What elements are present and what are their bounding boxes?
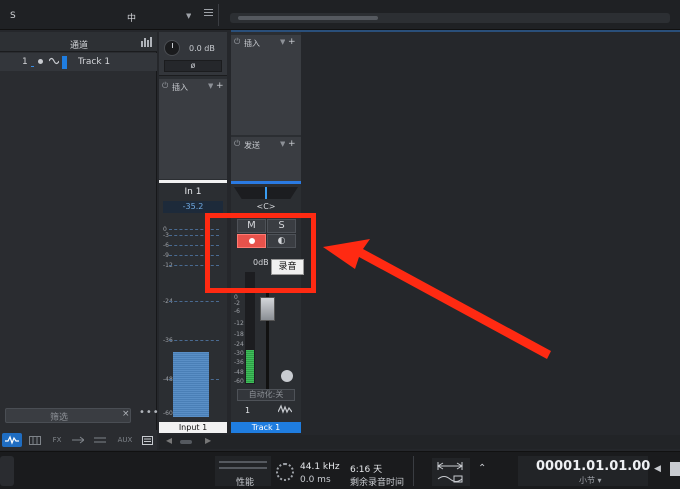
scale-tick: -60 [234,378,244,385]
input-gain-section: 0.0 dB ø [159,32,227,76]
rewind-icon[interactable]: ◀ [654,464,661,474]
divider [218,4,219,26]
add-insert-icon[interactable]: + [288,37,296,47]
channel-color-swatch [62,56,67,69]
channel-list-panel: 通道 1 Track 1 筛选 × ••• [0,32,160,450]
scale-tick: -60 [163,410,173,417]
tab-instrument-icon[interactable] [27,433,43,447]
scale-gridline [169,301,219,302]
power-icon[interactable]: ⏻ [234,37,240,47]
power-icon[interactable]: ⏻ [234,139,240,149]
mixer-horizontal-scrollbar[interactable] [159,435,680,449]
channel-list-header: 通道 [0,32,157,52]
input-name: In 1 [159,184,227,200]
channel-list-tabs: FX AUX [0,430,157,450]
tab-keyboard-icon[interactable] [140,433,154,447]
scale-tick: -24 [234,341,244,348]
scale-tick: -2 [234,300,240,307]
top-left-label: S [10,11,16,21]
power-icon[interactable]: ⏻ [162,81,168,91]
transport-right-button[interactable] [670,462,680,476]
chevron-down-icon[interactable]: ▼ [280,38,285,46]
track-channel-number: 1 [245,406,251,415]
add-send-icon[interactable]: + [288,139,296,149]
scroll-left-icon[interactable]: ◀ [166,436,172,445]
channel-select-marker [31,57,34,67]
more-options-icon[interactable]: ••• [139,407,160,418]
track-color-bar [231,181,301,184]
tab-bus-icon[interactable] [70,433,86,447]
scroll-right-icon[interactable]: ▶ [205,436,211,445]
loop-toggle-icon[interactable] [437,474,463,484]
sample-rate-ring-icon [276,463,294,481]
loop-range-icon[interactable] [437,461,463,471]
scale-tick: -30 [234,350,244,357]
scale-tick: -48 [234,369,244,376]
zoom-label[interactable]: 中 [127,11,136,24]
filter-clear-icon[interactable]: × [122,409,130,419]
performance-meter [219,461,267,469]
channel-number: 1 [22,57,28,67]
tab-mixer-wave-icon[interactable] [2,433,22,447]
annotation-arrow [323,239,551,359]
position-time: 00001.01.01.00 [536,459,651,474]
chevron-down-icon[interactable]: ▼ [280,140,285,148]
chevron-down-icon[interactable]: ▼ [208,82,213,90]
scale-gridline [169,340,219,341]
performance-label: 性能 [236,478,255,488]
overview-scroll-thumb[interactable] [238,16,378,20]
chevron-up-icon[interactable]: ⌃ [478,463,486,474]
tab-fx[interactable]: FX [48,433,66,447]
audio-wave-icon [49,57,59,65]
phase-invert-button[interactable]: ø [164,60,222,72]
top-toolbar: S 中 ▼ [0,0,680,30]
input-footer-label[interactable]: Input 1 [159,422,227,433]
send-title: 发送 [244,141,260,150]
tab-aux[interactable]: AUX [114,433,136,447]
track-send-slot[interactable]: ⏻ 发送 ▼ + [231,137,301,181]
divider [413,456,414,486]
scale-tick: -6 [234,308,240,315]
pan-indicator [265,187,267,199]
channel-list-row[interactable]: 1 Track 1 [0,53,157,71]
automation-mode-button[interactable]: 自动化:关 [237,389,295,401]
filter-placeholder: 筛选 [50,413,69,423]
transport-left-button[interactable] [0,456,14,486]
volume-fader-handle[interactable] [260,297,275,321]
position-unit-select[interactable]: 小节 ▾ [579,475,602,486]
channel-name: Track 1 [78,57,111,67]
channel-fx-icon[interactable] [281,370,293,382]
tab-vca-icon[interactable] [92,433,108,447]
pan-value: <C> [256,202,276,211]
gain-knob[interactable] [164,40,180,56]
track-level-meter [246,350,254,383]
menu-icon[interactable] [204,9,213,18]
track-insert-slot[interactable]: ⏻ 插入 ▼ + [231,35,301,135]
sample-rate: 44.1 kHz [300,462,340,472]
input-level-meter [173,352,209,417]
scale-tick: -12 [234,320,244,327]
insert-title: 插入 [244,39,260,48]
scale-tick: -36 [234,359,244,366]
insert-title: 插入 [172,83,188,92]
remaining-record-label: 剩余录音时间 [350,478,405,488]
input-label-bar [159,180,227,183]
scale-tick: -18 [234,331,244,338]
latency: 0.0 ms [300,475,331,485]
audio-wave-icon [278,404,292,414]
visibility-dot-icon[interactable] [38,59,43,64]
annotation-highlight-box [205,213,316,293]
channel-list-title: 通道 [70,41,89,51]
remaining-record-days: 6:16 天 [350,465,383,475]
input-insert-slot[interactable]: ⏻ 插入 ▼ + [159,79,227,179]
filter-input[interactable]: 筛选 × [5,408,131,423]
zoom-dropdown-icon[interactable]: ▼ [186,12,191,20]
track-footer-label[interactable]: Track 1 [231,422,301,433]
meter-bars-icon[interactable] [141,37,152,47]
gain-value: 0.0 dB [189,44,215,53]
add-insert-icon[interactable]: + [216,81,224,91]
input-peak-level: -35.2 [163,201,223,213]
mixer-scroll-thumb[interactable] [180,440,192,444]
